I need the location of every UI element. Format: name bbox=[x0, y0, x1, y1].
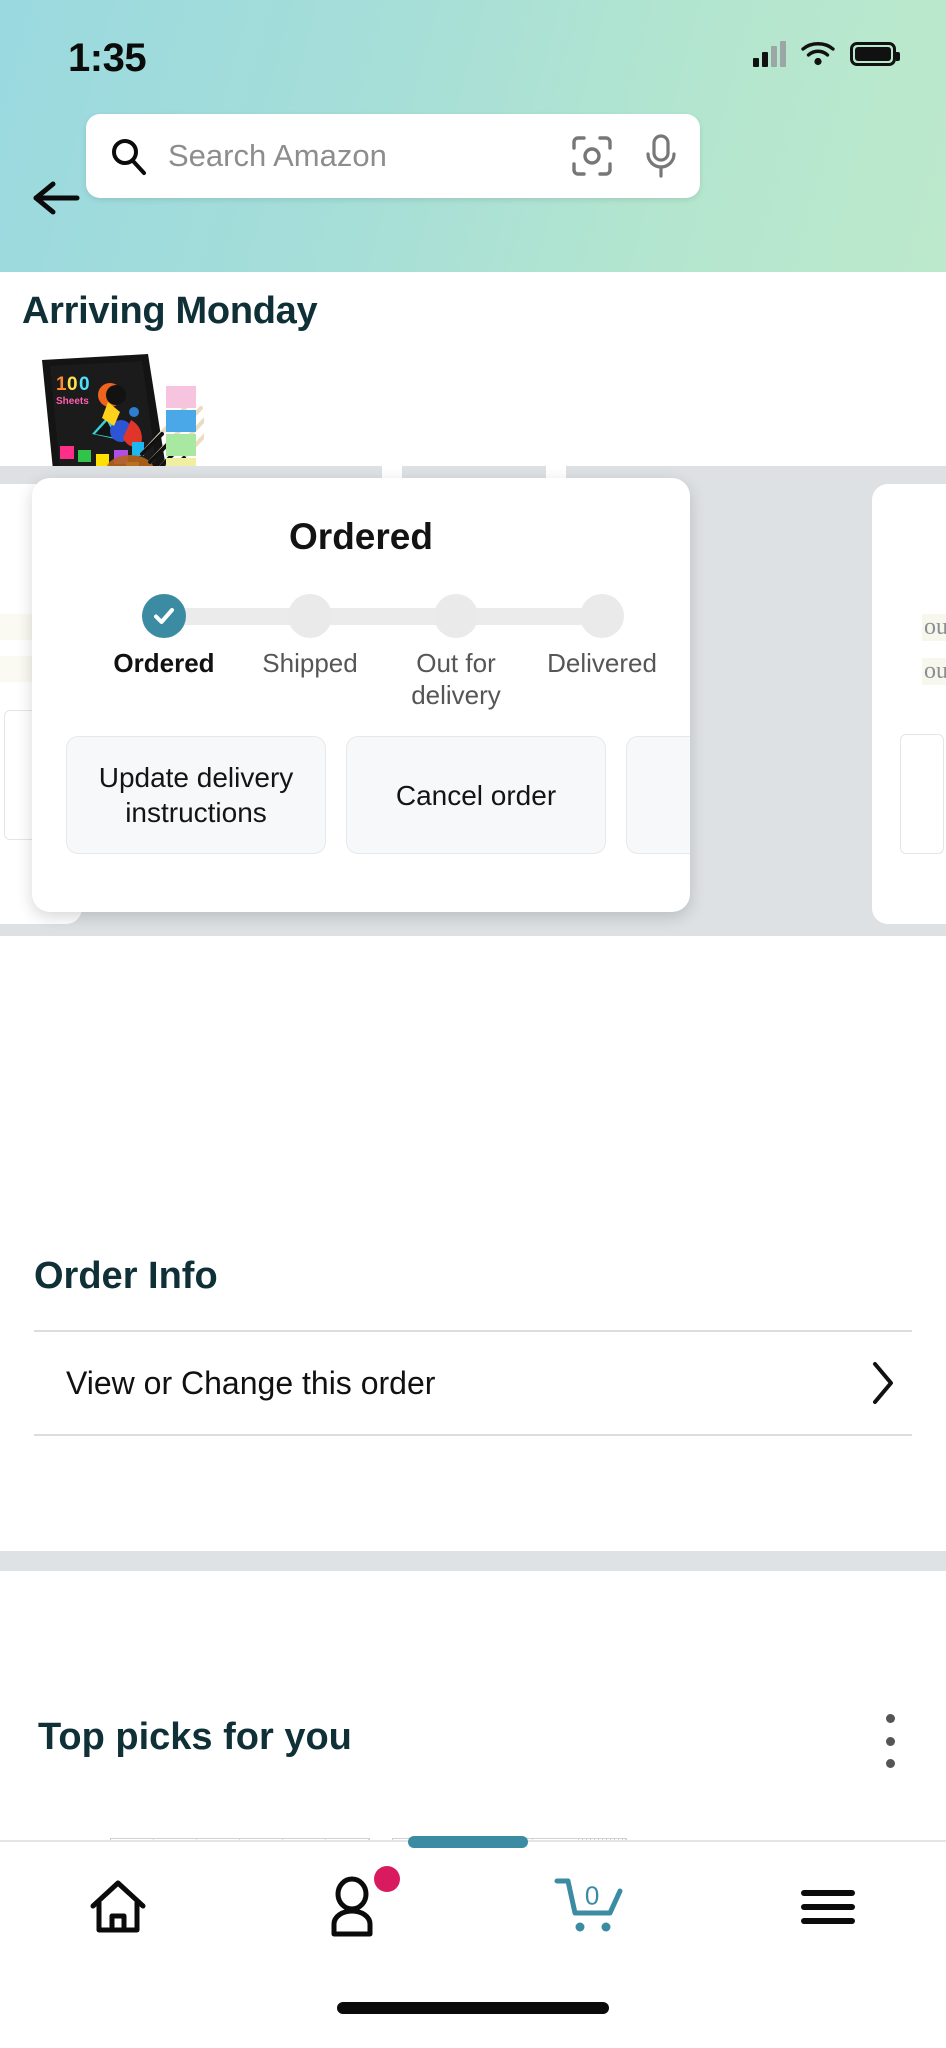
search-placeholder-text: Search Amazon bbox=[168, 138, 387, 173]
search-bar[interactable]: Search Amazon bbox=[86, 114, 700, 198]
background-text-chip bbox=[0, 614, 36, 640]
stepper-labels: Ordered Shipped Out for delivery Deliver… bbox=[32, 648, 690, 738]
search-action-icons bbox=[570, 133, 678, 179]
back-arrow-icon bbox=[33, 181, 80, 215]
order-action-buttons: Update delivery instructions Cancel orde… bbox=[32, 736, 690, 856]
nav-item-account[interactable] bbox=[237, 1852, 474, 1962]
svg-text:1: 1 bbox=[56, 374, 67, 395]
order-info-title: Order Info bbox=[34, 1255, 218, 1297]
arriving-title: Arriving Monday bbox=[22, 290, 318, 332]
stepper-dot-ordered bbox=[142, 594, 186, 638]
stepper-label-ordered: Ordered bbox=[113, 648, 215, 678]
stepper-dot-shipped bbox=[288, 594, 332, 638]
status-bar-time: 1:35 bbox=[68, 36, 147, 80]
background-text-chip bbox=[0, 656, 34, 682]
chevron-right-icon bbox=[873, 1362, 893, 1404]
stepper-track bbox=[142, 608, 592, 625]
background-placeholder-box bbox=[900, 734, 944, 854]
kebab-menu-icon[interactable] bbox=[870, 1710, 910, 1772]
home-indicator bbox=[337, 2002, 609, 2014]
order-progress-stepper bbox=[32, 586, 690, 646]
stepper-label-delivered: Delivered bbox=[547, 648, 657, 678]
svg-text:0: 0 bbox=[67, 374, 78, 395]
order-status-card: Ordered Ordered Shipped Out for delivery… bbox=[32, 478, 690, 912]
bottom-nav-items: 0 bbox=[0, 1852, 946, 1962]
battery-icon bbox=[850, 42, 900, 66]
active-tab-indicator bbox=[408, 1836, 528, 1848]
cancel-order-button[interactable]: Cancel order bbox=[346, 736, 606, 854]
background-card-right bbox=[872, 484, 946, 924]
microphone-icon[interactable] bbox=[644, 133, 678, 179]
divider-bottom bbox=[34, 1434, 912, 1436]
view-or-change-order-label: View or Change this order bbox=[66, 1364, 436, 1401]
account-notification-badge bbox=[373, 1866, 400, 1892]
camera-scan-icon[interactable] bbox=[570, 134, 614, 178]
back-button[interactable] bbox=[24, 166, 88, 230]
status-bar-indicators bbox=[753, 40, 900, 68]
app-screen: 1:35 Search Amazon Arriving Monday 1 0 0… bbox=[0, 0, 946, 2048]
stepper-label-out-for-delivery: Out for delivery bbox=[411, 648, 501, 710]
stepper-label-shipped: Shipped bbox=[262, 648, 358, 678]
svg-text:Sheets: Sheets bbox=[56, 396, 89, 407]
hamburger-menu-icon bbox=[800, 1890, 855, 1924]
section-divider-band bbox=[0, 1551, 946, 1571]
background-text-fragment: ou bbox=[922, 614, 946, 641]
update-delivery-instructions-button[interactable]: Update delivery instructions bbox=[66, 736, 326, 854]
cellular-signal-icon bbox=[753, 41, 786, 67]
stepper-dot-delivered bbox=[580, 594, 624, 638]
nav-item-cart[interactable]: 0 bbox=[473, 1852, 710, 1962]
search-icon bbox=[112, 139, 146, 175]
background-text-fragment: ou bbox=[922, 658, 946, 685]
order-status-title: Ordered bbox=[289, 516, 433, 557]
view-or-change-order-row[interactable]: View or Change this order bbox=[34, 1331, 912, 1435]
top-picks-title: Top picks for you bbox=[38, 1716, 352, 1758]
svg-text:0: 0 bbox=[79, 374, 90, 395]
status-bar: 1:35 bbox=[0, 0, 946, 96]
cart-item-count: 0 bbox=[584, 1880, 600, 1911]
search-input[interactable]: Search Amazon bbox=[108, 136, 570, 176]
stepper-dot-out-for-delivery bbox=[434, 594, 478, 638]
nav-item-home[interactable] bbox=[0, 1852, 237, 1962]
nav-item-menu[interactable] bbox=[710, 1852, 946, 1962]
app-header: 1:35 Search Amazon bbox=[0, 0, 946, 272]
wifi-icon bbox=[801, 42, 835, 66]
bottom-navigation-bar: 0 bbox=[0, 1836, 946, 2048]
next-action-button-partial[interactable] bbox=[626, 736, 690, 854]
checkmark-icon bbox=[154, 608, 174, 624]
home-icon bbox=[90, 1880, 146, 1933]
